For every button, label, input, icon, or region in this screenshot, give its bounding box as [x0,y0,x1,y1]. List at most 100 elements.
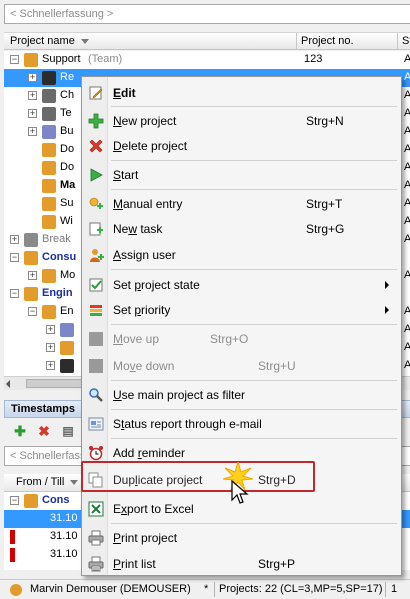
tree-row-label: En [60,305,74,317]
menu-item-new-project[interactable]: New project Strg+N [84,109,399,133]
project-node-icon [42,215,56,229]
menu-separator [111,189,397,190]
collapse-toggle-icon[interactable]: − [10,253,19,262]
menu-item-assign-user[interactable]: Assign user [84,243,399,267]
tree-row-status: A [404,89,410,101]
add-timestamp-plus-icon[interactable]: ✚ [12,423,28,439]
sort-down-icon [70,479,79,485]
menu-item-new-task[interactable]: New task Strg+G [84,217,399,241]
expand-toggle-icon[interactable]: + [28,109,37,118]
menu-item-print-project[interactable]: Print project [84,526,399,550]
priority-icon [88,302,104,318]
tree-row-status: A [404,341,410,353]
tree-row-status: A [404,197,410,209]
print-timestamp-icon[interactable]: ▤ [60,423,76,439]
project-node-icon [42,197,56,211]
project-node-icon [60,359,74,373]
menu-item-set-project-state[interactable]: Set project state [84,273,399,297]
project-quick-entry-input[interactable]: < Schnellerfassung > [4,4,410,24]
menu-item-label: Add reminder [113,446,186,460]
mouse-pointer-icon [231,480,249,504]
tree-row-project-no: 123 [304,53,323,65]
column-divider[interactable] [296,33,297,50]
collapse-toggle-icon[interactable]: − [28,307,37,316]
user-avatar-icon [10,584,22,596]
tree-row-status: A [404,359,410,371]
project-node-icon [60,341,74,355]
menu-item-manual-entry[interactable]: Manual entry Strg+T [84,192,399,216]
menu-separator [111,380,397,381]
column-header-status[interactable]: St [402,35,410,47]
tree-row-label: Bu [60,125,74,137]
scrollbar-thumb[interactable] [26,379,86,388]
tree-row-label: Ma [60,179,76,191]
expand-toggle-icon[interactable]: + [46,325,55,334]
tree-row-label: Te [60,107,72,119]
tree-row-type: (Team) [88,53,123,65]
edit-icon [88,85,104,101]
column-header-project-name[interactable]: Project name [10,35,89,47]
tree-row-status: A [404,143,410,155]
menu-item-use-main-project-as-filter[interactable]: Use main project as filter [84,383,399,407]
expand-toggle-icon[interactable]: + [28,73,37,82]
expand-toggle-icon[interactable]: + [28,127,37,136]
tree-row-status: A [404,125,410,137]
red-marker [10,530,15,544]
column-header-project-no[interactable]: Project no. [301,35,354,47]
menu-item-print-list[interactable]: Print list Strg+P [84,552,399,576]
tree-row-status: A [404,179,410,191]
tree-row-label: Su [60,197,74,209]
menu-item-set-priority[interactable]: Set priority [84,298,399,322]
alarm-clock-icon [88,445,104,461]
tree-row-label: Re [60,71,75,83]
project-node-icon [42,161,56,175]
project-node-icon [24,287,38,301]
menu-item-edit[interactable]: Edit [84,81,399,105]
collapse-toggle-icon[interactable]: − [10,289,19,298]
column-header-from-till[interactable]: From / Till [16,476,79,488]
menu-separator [111,438,397,439]
collapse-toggle-icon[interactable]: − [10,55,19,64]
menu-item-label: Manual entry [113,197,183,211]
tree-row-status: A [404,71,410,83]
print-list-icon [88,556,104,572]
tree-row[interactable]: − Support (Team) 123 A [4,51,410,69]
menu-item-delete-project[interactable]: Delete project [84,134,399,158]
menu-item-label: New task [113,222,163,236]
column-divider[interactable] [397,33,398,50]
filter-magnifier-icon [88,387,104,403]
status-modified: * [204,583,209,595]
menu-separator [111,269,397,270]
menu-item-shortcut: Strg+T [306,197,343,211]
project-node-icon [24,251,38,265]
excel-icon [88,501,104,517]
project-state-icon [88,277,104,293]
menu-separator [111,409,397,410]
menu-item-start[interactable]: Start [84,163,399,187]
menu-item-shortcut: Strg+G [306,222,345,236]
menu-item-label: New project [113,114,177,128]
delete-timestamp-x-icon[interactable]: ✖ [36,423,52,439]
expand-toggle-icon[interactable]: + [28,271,37,280]
expand-toggle-icon[interactable]: + [28,91,37,100]
tree-row-label: Support [42,53,81,65]
tree-row-status: A [404,107,410,119]
expand-toggle-icon[interactable]: + [46,343,55,352]
expand-toggle-icon[interactable]: + [10,235,19,244]
project-node-icon [42,305,56,319]
sort-down-icon [80,38,89,44]
status-divider [214,582,215,597]
menu-item-label: Move up [113,332,160,346]
tree-row-status: A [404,233,410,245]
expand-toggle-icon[interactable]: + [46,361,55,370]
menu-item-move-up: Move up Strg+O [84,327,399,351]
project-node-icon [42,269,56,283]
status-divider [385,582,386,597]
scroll-left-arrow-icon[interactable] [6,380,10,388]
play-icon [88,167,104,183]
highlight-annotation-box [81,461,315,492]
menu-item-status-report-through-e-mail[interactable]: Status report through e-mail [84,412,399,436]
project-node-icon [42,179,56,193]
collapse-toggle-icon[interactable]: − [10,496,19,505]
menu-item-label: Print list [113,557,156,571]
